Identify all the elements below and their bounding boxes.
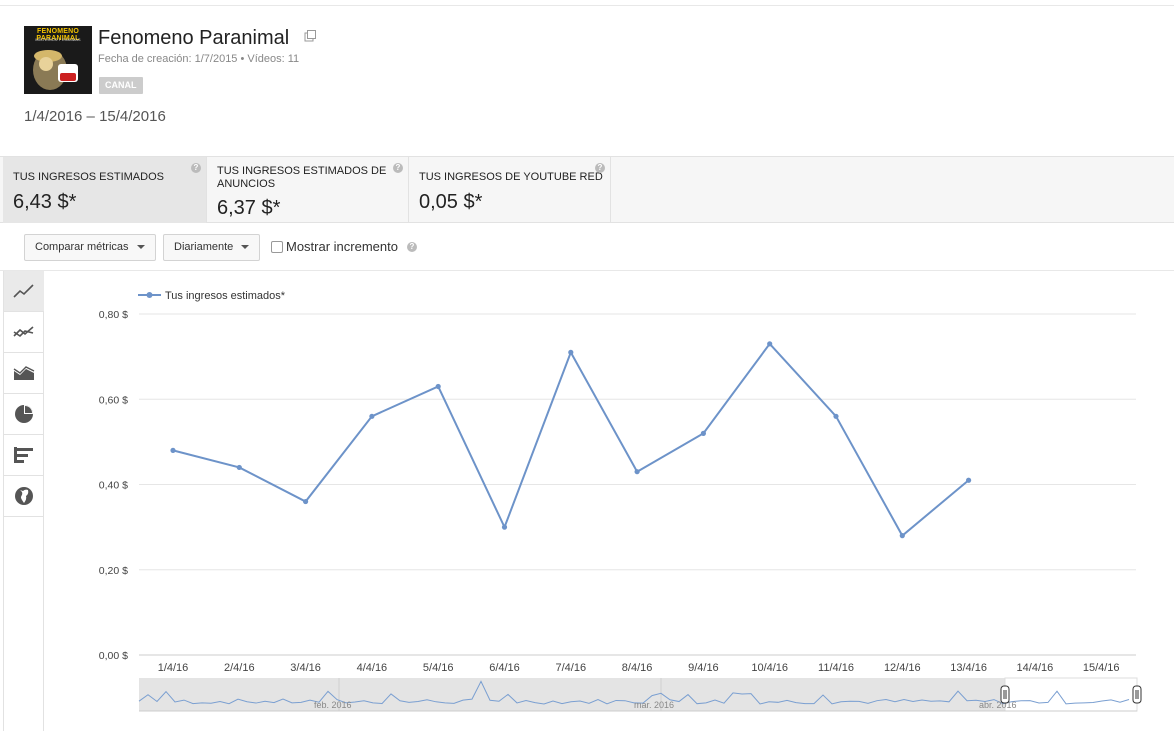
data-point[interactable] bbox=[634, 469, 640, 475]
chart-controls: Comparar métricas Diariamente bbox=[0, 223, 1174, 271]
area-chart-button[interactable] bbox=[4, 353, 44, 394]
data-point[interactable] bbox=[700, 430, 707, 436]
interval-label: Diariamente bbox=[174, 241, 234, 253]
data-point[interactable] bbox=[435, 383, 441, 390]
channel-name[interactable]: Fenomeno Paranimal bbox=[98, 27, 289, 50]
interval-dropdown[interactable]: Diariamente bbox=[163, 234, 261, 261]
metrics-bar: TUS INGRESOS ESTIMADOS 6,43 $* ? TUS ING… bbox=[0, 156, 1174, 223]
pie-chart-icon bbox=[15, 405, 33, 423]
help-icon[interactable]: ? bbox=[407, 242, 417, 252]
x-tick-label: 1/4/16 bbox=[158, 662, 189, 674]
metric-tab-youtube-red-revenue[interactable]: TUS INGRESOS DE YOUTUBE RED 0,05 $* ? bbox=[409, 157, 611, 223]
revenue-line-chart: Tus ingresos estimados* 0,00 $ 0,20 $ 0,40… bbox=[99, 290, 1142, 712]
data-point[interactable] bbox=[899, 533, 905, 539]
x-tick-label: 7/4/16 bbox=[556, 662, 587, 674]
data-point[interactable] bbox=[501, 524, 508, 530]
x-tick-label: 11/4/16 bbox=[818, 662, 854, 674]
data-point[interactable] bbox=[369, 413, 375, 419]
compare-metrics-dropdown[interactable]: Comparar métricas bbox=[24, 234, 156, 261]
chevron-down-icon bbox=[241, 245, 250, 250]
date-range[interactable]: 1/4/2016 – 15/4/2016 bbox=[24, 108, 166, 125]
navigator-month-label: abr. 2016 bbox=[979, 700, 1017, 710]
navigator-handle[interactable] bbox=[1000, 685, 1010, 704]
compare-metrics-label: Comparar métricas bbox=[35, 241, 129, 253]
y-tick-label: 0,80 $ bbox=[99, 309, 128, 321]
x-tick-label: 5/4/16 bbox=[423, 662, 454, 674]
bar-chart-button[interactable] bbox=[4, 435, 44, 476]
pie-chart-button[interactable] bbox=[4, 394, 44, 435]
help-icon[interactable]: ? bbox=[393, 163, 403, 173]
navigator-selected-range[interactable] bbox=[1004, 677, 1138, 712]
channel-badge: CANAL bbox=[99, 77, 143, 94]
metric-tab-estimated-revenue[interactable]: TUS INGRESOS ESTIMADOS 6,43 $* ? bbox=[3, 157, 207, 223]
metric-label: TUS INGRESOS ESTIMADOS bbox=[13, 171, 164, 183]
navigator-month-label: feb. 2016 bbox=[314, 700, 352, 710]
metric-value: 6,43 $* bbox=[13, 191, 77, 213]
bar-chart-icon bbox=[14, 447, 33, 463]
metric-tab-ad-revenue[interactable]: TUS INGRESOS ESTIMADOS DE ANUNCIOS 6,37 … bbox=[207, 157, 409, 223]
show-increment-checkbox[interactable] bbox=[271, 241, 283, 253]
multiline-chart-icon bbox=[13, 326, 34, 338]
legend-label: Tus ingresos estimados* bbox=[165, 290, 286, 302]
line-chart-icon bbox=[13, 284, 34, 298]
globe-icon bbox=[15, 487, 33, 505]
data-point[interactable] bbox=[303, 498, 309, 505]
navigator-month-label: mar. 2016 bbox=[634, 700, 674, 710]
y-tick-label: 0,00 $ bbox=[99, 650, 128, 662]
data-point[interactable] bbox=[568, 349, 574, 355]
legend-marker bbox=[146, 292, 153, 298]
chart-type-sidebar bbox=[3, 271, 44, 731]
open-external-icon[interactable] bbox=[304, 30, 316, 42]
help-icon[interactable]: ? bbox=[595, 163, 605, 173]
data-point[interactable] bbox=[236, 464, 242, 471]
channel-header: FENOMENO PARANIMAL MISTERIOS Y ENIGMAS F… bbox=[0, 6, 1174, 156]
line-chart-button[interactable] bbox=[4, 271, 44, 312]
x-tick-label: 2/4/16 bbox=[224, 662, 255, 674]
data-point[interactable] bbox=[170, 447, 176, 453]
x-tick-label: 9/4/16 bbox=[688, 662, 719, 674]
show-increment-label[interactable]: Mostrar incremento bbox=[286, 239, 398, 254]
series-line bbox=[172, 342, 970, 538]
x-tick-label: 4/4/16 bbox=[357, 662, 388, 674]
x-tick-label: 13/4/16 bbox=[950, 662, 987, 674]
channel-meta: Fecha de creación: 1/7/2015 • Vídeos: 11 bbox=[98, 53, 300, 65]
x-tick-label: 6/4/16 bbox=[489, 662, 520, 674]
data-point[interactable] bbox=[767, 341, 773, 347]
metric-label: TUS INGRESOS DE YOUTUBE RED bbox=[419, 171, 603, 183]
chart-legend[interactable]: Tus ingresos estimados* bbox=[138, 290, 286, 302]
data-point[interactable] bbox=[966, 477, 972, 483]
y-tick-label: 0,40 $ bbox=[99, 480, 128, 492]
channel-avatar[interactable]: FENOMENO PARANIMAL MISTERIOS Y ENIGMAS bbox=[24, 26, 92, 94]
x-tick-label: 15/4/16 bbox=[1083, 662, 1120, 674]
navigator-unselected-range[interactable] bbox=[139, 678, 1005, 711]
x-tick-label: 8/4/16 bbox=[622, 662, 653, 674]
help-icon[interactable]: ? bbox=[191, 163, 201, 173]
avatar-figure-icon bbox=[33, 50, 78, 90]
data-point[interactable] bbox=[833, 413, 839, 419]
chevron-down-icon bbox=[136, 245, 145, 250]
x-tick-label: 10/4/16 bbox=[751, 662, 788, 674]
metric-value: 6,37 $* bbox=[217, 197, 281, 219]
metric-value: 0,05 $* bbox=[419, 191, 483, 213]
area-chart-icon bbox=[13, 366, 35, 380]
navigator-handle[interactable] bbox=[1132, 685, 1142, 704]
x-tick-label: 3/4/16 bbox=[290, 662, 321, 674]
y-tick-label: 0,60 $ bbox=[99, 394, 128, 406]
metric-label: TUS INGRESOS ESTIMADOS DE ANUNCIOS bbox=[217, 165, 387, 190]
multiline-chart-button[interactable] bbox=[4, 312, 44, 353]
map-chart-button[interactable] bbox=[4, 476, 44, 517]
y-tick-label: 0,20 $ bbox=[99, 565, 128, 577]
x-tick-label: 12/4/16 bbox=[884, 662, 921, 674]
x-tick-label: 14/4/16 bbox=[1017, 662, 1054, 674]
